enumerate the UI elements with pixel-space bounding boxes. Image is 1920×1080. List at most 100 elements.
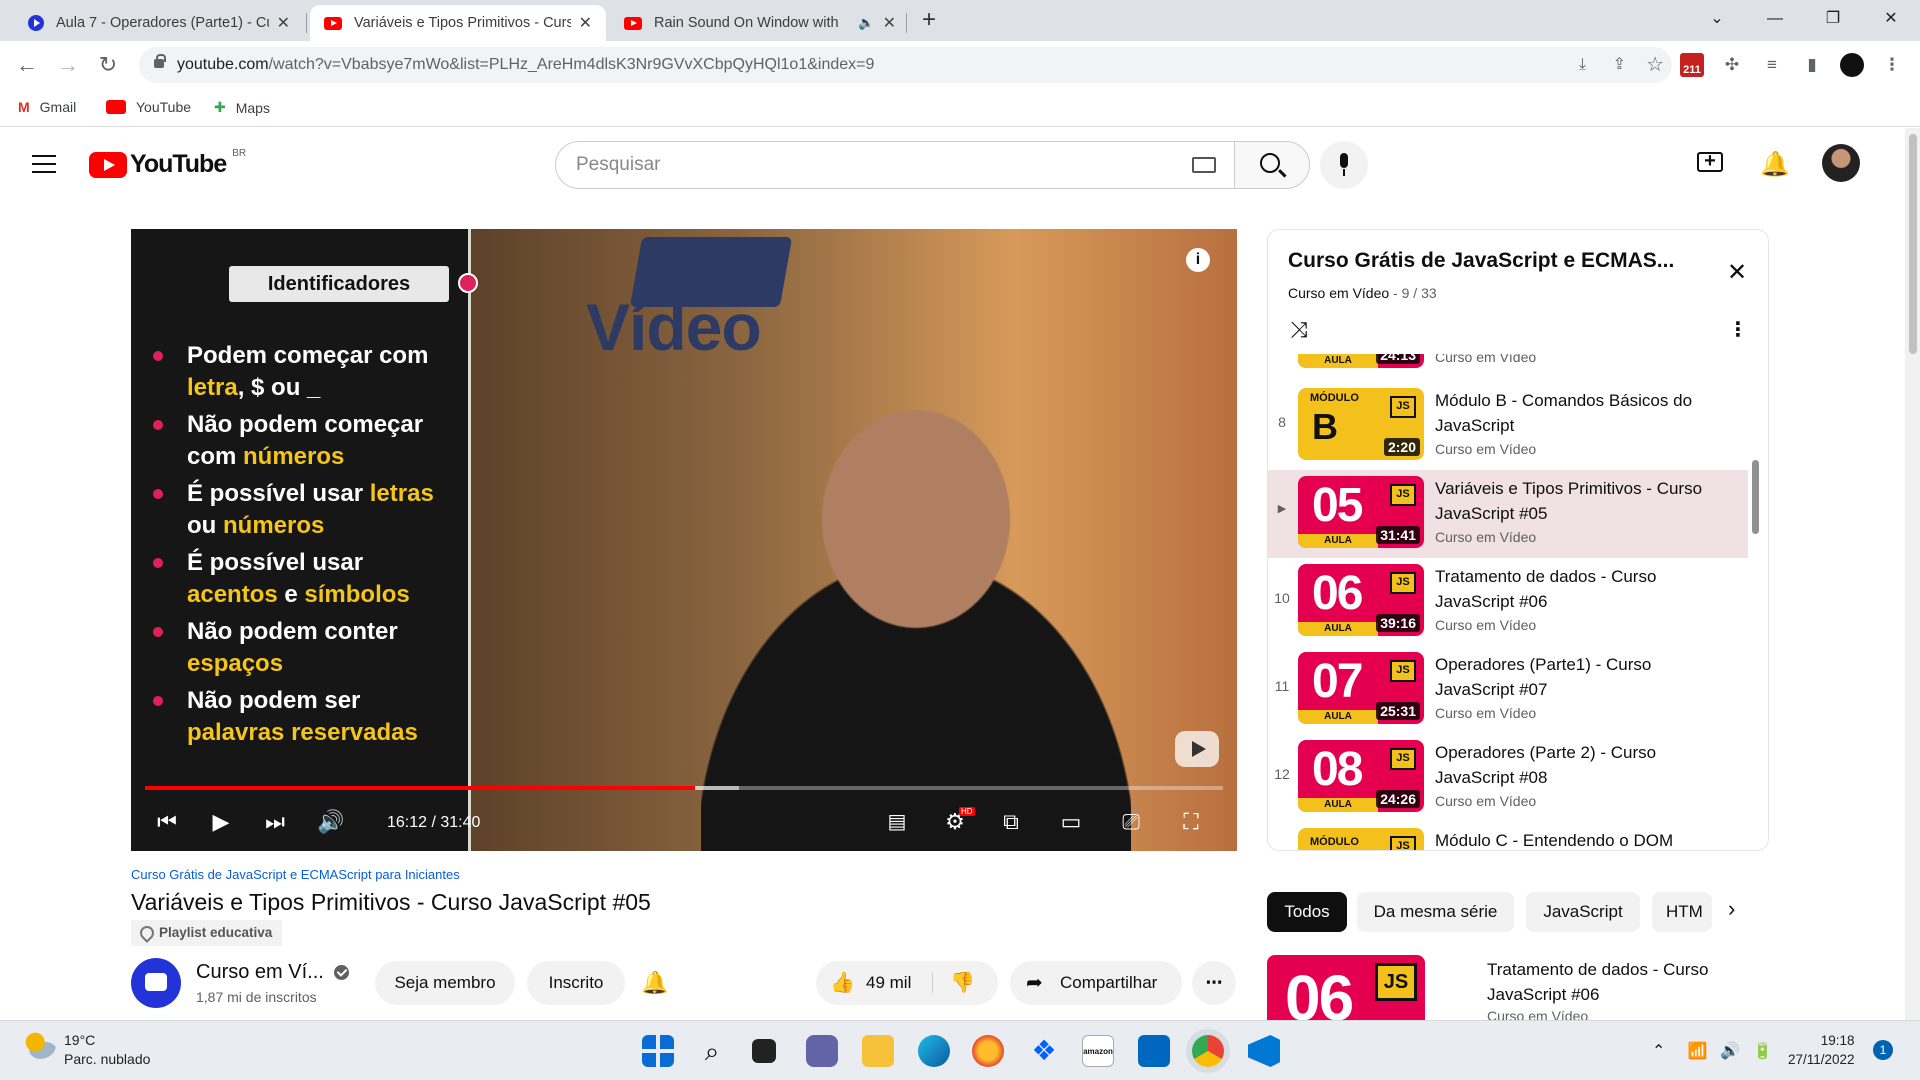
chat-teams-icon[interactable] — [806, 1035, 838, 1067]
playlist-title[interactable]: Curso Grátis de JavaScript e ECMAS... — [1288, 249, 1674, 273]
amazon-icon[interactable]: amazon — [1082, 1035, 1114, 1067]
playlist-channel[interactable]: Curso em Vídeo — [1288, 285, 1389, 301]
search-icon[interactable]: ⌕ — [696, 1035, 728, 1067]
extensions-puzzle-icon[interactable]: ✣ — [1720, 53, 1744, 77]
like-icon[interactable]: 👍 — [830, 961, 855, 1005]
subscription-bell-icon[interactable]: 🔔 — [641, 970, 668, 996]
channel-avatar[interactable] — [131, 958, 181, 1008]
playlist-item[interactable]: 07 AULA JS 24:13 Curso em Vídeo — [1268, 354, 1748, 378]
file-explorer-icon[interactable] — [862, 1035, 894, 1067]
playlist-item-current[interactable]: ▶ 05 AULA JS 31:41 Variáveis e Tipos Pri… — [1268, 470, 1748, 558]
progress-bar[interactable] — [145, 786, 1223, 790]
reload-icon[interactable]: ↻ — [94, 51, 122, 79]
volume-icon[interactable]: 🔊 — [313, 809, 349, 835]
volume-tray-icon[interactable]: 🔊 — [1720, 1043, 1740, 1060]
menu-hamburger-icon[interactable] — [32, 155, 56, 173]
page-scrollbar[interactable] — [1905, 128, 1920, 1020]
tab-search-icon[interactable]: ⌄ — [1688, 0, 1746, 41]
subscribed-button[interactable]: Inscrito — [527, 961, 625, 1005]
media-control-icon[interactable]: ≡ — [1760, 53, 1784, 77]
new-tab-icon[interactable]: + — [922, 6, 936, 34]
close-tab-icon[interactable]: ✕ — [277, 13, 290, 33]
info-icon[interactable]: i — [1186, 248, 1210, 272]
video-player[interactable]: Vídeo Identificadores Podem começar com … — [131, 229, 1237, 851]
start-windows-icon[interactable] — [642, 1035, 674, 1067]
side-panel-icon[interactable]: ▮ — [1800, 53, 1824, 77]
back-icon[interactable]: ← — [13, 51, 41, 79]
store-icon[interactable] — [1138, 1035, 1170, 1067]
chrome-menu-icon[interactable]: ⋮ — [1880, 53, 1904, 77]
bookmark-star-icon[interactable]: ☆ — [1646, 47, 1664, 83]
more-actions-icon[interactable]: ⋯ — [1192, 961, 1236, 1005]
settings-gear-icon[interactable]: ⚙ HD — [937, 807, 975, 835]
vscode-icon[interactable] — [1248, 1035, 1280, 1067]
chrome-icon[interactable] — [1192, 1035, 1224, 1067]
bookmark-gmail[interactable]: M Gmail — [18, 99, 76, 115]
subtitles-icon[interactable]: ▤ — [879, 809, 915, 834]
chip-html[interactable]: HTM — [1652, 892, 1712, 932]
keyboard-icon[interactable] — [1192, 157, 1216, 173]
tab-variaveis[interactable]: Variáveis e Tipos Primitivos - Curs ✕ — [310, 5, 606, 41]
bookmark-maps[interactable]: ✚ Maps — [214, 99, 270, 116]
recommendation-thumbnail[interactable]: 06 JS — [1267, 955, 1425, 1025]
playlist-item[interactable]: 10 06 AULA JS 39:16 Tratamento de dados … — [1268, 558, 1748, 646]
playlist-badge[interactable]: Playlist educativa — [131, 920, 283, 946]
close-window-icon[interactable]: ✕ — [1862, 0, 1920, 41]
minimize-icon[interactable]: — — [1746, 0, 1804, 41]
voice-search-mic-icon[interactable] — [1320, 141, 1368, 189]
search-input[interactable]: Pesquisar — [555, 141, 1235, 189]
weather-widget[interactable]: 19°C Parc. nublado — [24, 1031, 150, 1069]
dislike-icon[interactable]: 👎 — [950, 961, 975, 1005]
miniplayer-icon[interactable]: ⧉ — [993, 809, 1029, 835]
restore-icon[interactable]: ❐ — [1804, 0, 1862, 41]
play-icon[interactable]: ▶ — [203, 809, 239, 835]
previous-icon[interactable]: ⏮ — [149, 809, 185, 835]
chip-todos[interactable]: Todos — [1267, 892, 1347, 932]
chevron-right-icon[interactable]: › — [1728, 896, 1735, 922]
speaker-icon[interactable]: 🔈 — [858, 15, 874, 31]
forward-icon[interactable]: → — [54, 51, 82, 79]
close-playlist-icon[interactable]: ✕ — [1727, 258, 1747, 287]
playlist-link[interactable]: Curso Grátis de JavaScript e ECMAScript … — [131, 867, 460, 882]
cast-icon[interactable]: ⎚ — [1113, 809, 1149, 835]
channel-name[interactable]: Curso em Ví... — [196, 961, 349, 984]
profile-avatar-icon[interactable] — [1840, 53, 1864, 77]
notifications-bell-icon[interactable]: 🔔 — [1760, 150, 1790, 179]
theater-mode-icon[interactable]: ▭ — [1053, 809, 1089, 835]
recommendation-title[interactable]: Tratamento de dados - Curso JavaScript #… — [1487, 957, 1747, 1007]
battery-icon[interactable]: 🔋 — [1753, 1043, 1773, 1060]
like-count[interactable]: 49 mil — [866, 961, 911, 1005]
search-button[interactable] — [1234, 141, 1310, 189]
address-bar[interactable]: youtube.com/watch?v=Vbabsye7mWo&list=PLH… — [139, 47, 1672, 83]
playlist-item[interactable]: 11 07 AULA JS 25:31 Operadores (Parte1) … — [1268, 646, 1748, 734]
playlist-scrollbar[interactable] — [1752, 460, 1759, 534]
clock[interactable]: 19:18 27/11/2022 — [1788, 1031, 1855, 1069]
firefox-icon[interactable] — [972, 1035, 1004, 1067]
shuffle-icon[interactable]: ⤨ — [1290, 317, 1308, 343]
install-icon[interactable]: ⤓ — [1579, 47, 1586, 83]
close-tab-icon[interactable]: ✕ — [883, 13, 896, 33]
calendar-extension-icon[interactable]: 211 — [1680, 53, 1704, 77]
channel-watermark-icon[interactable] — [1175, 731, 1219, 767]
playlist-item[interactable]: 8 MÓDULO B JS 2:20 Módulo B - Comandos B… — [1268, 382, 1748, 470]
chip-javascript[interactable]: JavaScript — [1526, 892, 1640, 932]
fullscreen-icon[interactable]: ⛶ — [1173, 809, 1209, 835]
tab-aula-7[interactable]: Aula 7 - Operadores (Parte1) - Cu ✕ — [14, 5, 304, 41]
task-view-icon[interactable] — [752, 1039, 776, 1063]
playlist-item[interactable]: 12 08 AULA JS 24:26 Operadores (Parte 2)… — [1268, 734, 1748, 822]
bookmark-youtube[interactable]: YouTube — [106, 99, 191, 115]
playlist-more-icon[interactable]: ⋮ — [1728, 317, 1748, 342]
scrollbar-thumb[interactable] — [1909, 134, 1917, 354]
notification-badge[interactable]: 1 — [1873, 1040, 1893, 1060]
close-tab-icon[interactable]: ✕ — [579, 13, 592, 33]
share-button[interactable]: ➦ Compartilhar — [1010, 961, 1182, 1005]
join-button[interactable]: Seja membro — [375, 961, 515, 1005]
create-video-icon[interactable]: + — [1697, 151, 1723, 172]
tab-rain-sound[interactable]: Rain Sound On Window with 🔈 ✕ — [610, 5, 910, 41]
edge-icon[interactable] — [918, 1035, 950, 1067]
chip-same-series[interactable]: Da mesma série — [1357, 892, 1514, 932]
wifi-icon[interactable]: 📶 — [1688, 1043, 1708, 1060]
account-avatar[interactable] — [1822, 144, 1860, 182]
recommendation-channel[interactable]: Curso em Vídeo — [1487, 1008, 1588, 1020]
playlist-item[interactable]: MÓDULO JS Módulo C - Entendendo o DOM — [1268, 822, 1748, 850]
